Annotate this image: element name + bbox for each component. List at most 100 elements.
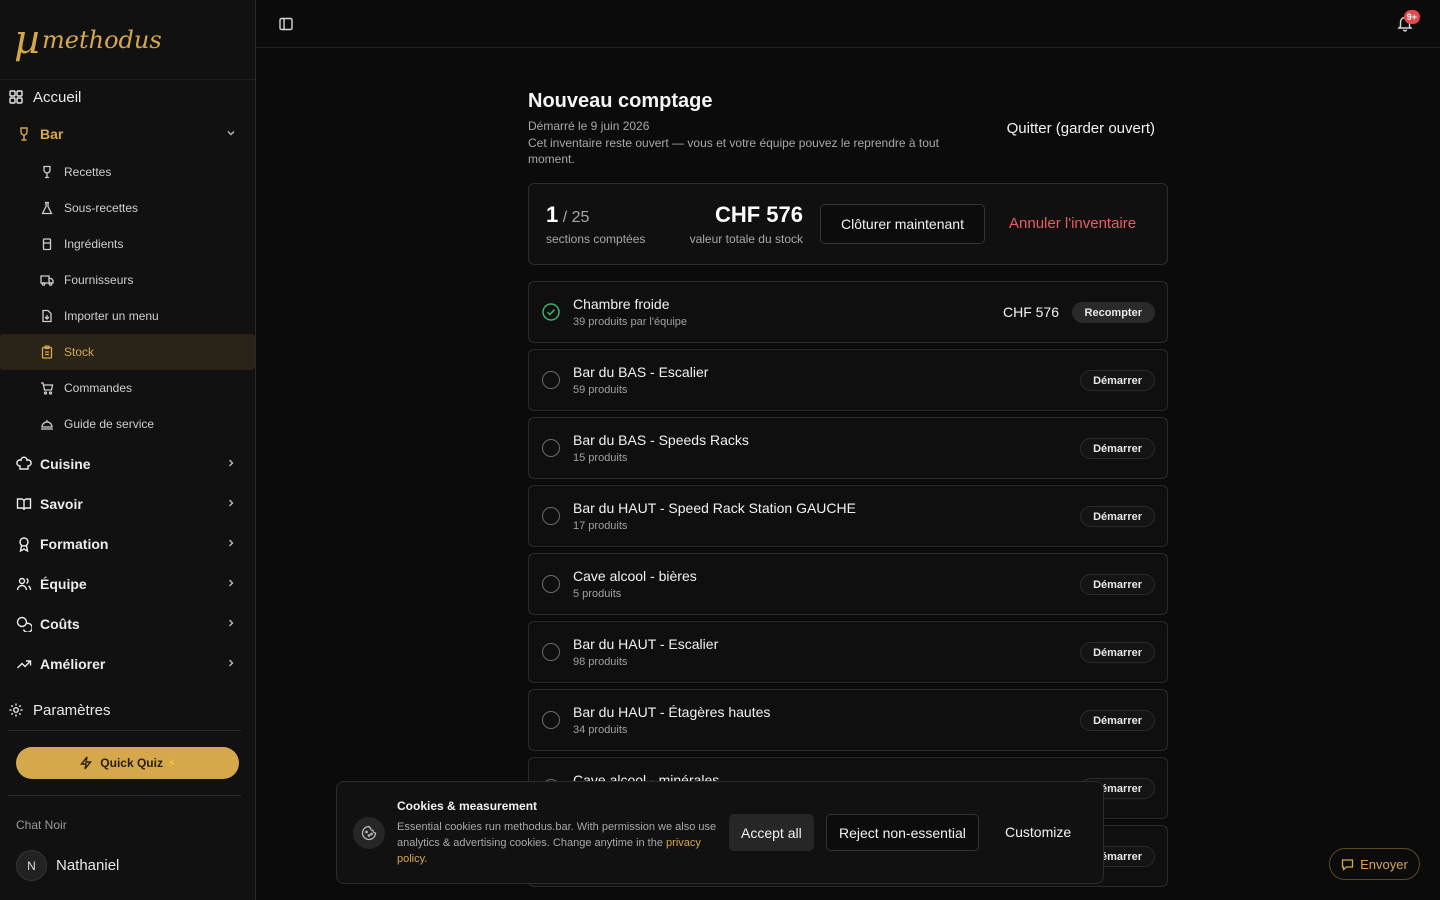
logo-mu: µ — [14, 16, 40, 63]
sidebar-item-recettes[interactable]: Recettes — [0, 154, 255, 190]
user-name: Nathaniel — [56, 857, 120, 874]
nav-group-couts[interactable]: Coûts — [0, 604, 255, 644]
file-import-icon — [42, 309, 52, 323]
recount-button[interactable]: Recompter — [1071, 302, 1155, 323]
sidebar-item-label: Fournisseurs — [64, 273, 134, 287]
send-feedback-button[interactable]: Envoyer — [1329, 848, 1420, 880]
truck-icon — [40, 275, 54, 286]
section-name: Chambre froide — [573, 296, 670, 312]
sidebar-item-importer-menu[interactable]: Importer un menu — [0, 298, 255, 334]
sidebar-item-fournisseurs[interactable]: Fournisseurs — [0, 262, 255, 298]
sidebar-item-label: Importer un menu — [64, 309, 159, 323]
section-name: Bar du HAUT - Speed Rack Station GAUCHE — [573, 500, 856, 516]
count-label: sections comptées — [546, 232, 646, 246]
section-meta: 5 produits — [573, 588, 622, 600]
section-row[interactable]: Bar du BAS - Escalier 59 produits Démarr… — [528, 349, 1168, 411]
sections-counted: 1 / 25 sections comptées — [546, 202, 645, 246]
section-name: Cave alcool - bières — [573, 568, 697, 584]
reject-non-essential-button[interactable]: Reject non-essential — [826, 814, 979, 851]
send-label: Envoyer — [1360, 856, 1408, 872]
section-name: Bar du HAUT - Étagères hautes — [573, 704, 771, 720]
quick-quiz-label: Quick Quiz — [100, 756, 163, 770]
sidebar-item-stock[interactable]: Stock — [0, 334, 255, 370]
start-button[interactable]: Démarrer — [1080, 574, 1155, 595]
nav-group-bar[interactable]: Bar — [0, 114, 255, 154]
pending-circle-icon — [542, 371, 560, 389]
section-meta: 98 produits — [573, 656, 628, 668]
wine-glass-icon — [20, 127, 28, 141]
clipboard-icon — [41, 345, 53, 359]
stock-value: CHF 576 valeur totale du stock — [686, 202, 803, 246]
nav-group-savoir[interactable]: Savoir — [0, 484, 255, 524]
cookie-body: Essential cookies run methodus.bar. With… — [397, 819, 717, 867]
award-icon — [19, 537, 29, 552]
section-meta: 59 produits — [573, 384, 628, 396]
nav-group-label: Cuisine — [40, 456, 91, 472]
nav-group-formation[interactable]: Formation — [0, 524, 255, 564]
sidebar-item-sous-recettes[interactable]: Sous-recettes — [0, 190, 255, 226]
nav-group-equipe[interactable]: Équipe — [0, 564, 255, 604]
start-button[interactable]: Démarrer — [1080, 438, 1155, 459]
section-row[interactable]: Cave alcool - bières 5 produits Démarrer — [528, 553, 1168, 615]
nav-home-label: Accueil — [33, 88, 82, 106]
nav-group-bar-label: Bar — [40, 126, 64, 142]
sidebar-item-label: Stock — [64, 345, 95, 359]
glass-icon — [43, 165, 51, 179]
main-content: Nouveau comptage Démarré le 9 juin 2026 … — [528, 90, 1168, 893]
nav-group-label: Savoir — [40, 496, 83, 512]
cookie-title: Cookies & measurement — [397, 799, 538, 813]
user-menu[interactable]: N Nathaniel — [0, 850, 255, 881]
stock-value-amount: CHF 576 — [714, 202, 803, 227]
sidebar-item-label: Sous-recettes — [64, 201, 139, 215]
pending-circle-icon — [542, 575, 560, 593]
topbar: 9+ — [256, 0, 1440, 48]
section-row[interactable]: Bar du BAS - Speeds Racks 15 produits Dé… — [528, 417, 1168, 479]
chevron-right-icon — [229, 459, 234, 467]
start-button[interactable]: Démarrer — [1080, 642, 1155, 663]
grid-icon — [9, 90, 23, 104]
count-value: 1 — [546, 202, 559, 227]
customize-button[interactable]: Customize — [1005, 824, 1071, 840]
book-open-icon — [16, 498, 32, 511]
start-button[interactable]: Démarrer — [1080, 506, 1155, 527]
chevron-right-icon — [229, 579, 234, 587]
section-row[interactable]: Bar du HAUT - Escalier 98 produits Démar… — [528, 621, 1168, 683]
sidebar-item-commandes[interactable]: Commandes — [0, 370, 255, 406]
message-icon — [1341, 858, 1354, 871]
nav-settings[interactable]: Paramètres — [0, 690, 255, 730]
sidebar-item-guide-service[interactable]: Guide de service — [0, 406, 255, 442]
section-meta: 17 produits — [573, 520, 628, 532]
zap-icon — [80, 756, 93, 770]
section-row[interactable]: Chambre froide 39 produits par l'équipe … — [528, 281, 1168, 343]
section-name: Bar du BAS - Speeds Racks — [573, 432, 749, 448]
sidebar-item-label: Guide de service — [64, 417, 155, 431]
sidebar-toggle-icon[interactable] — [278, 16, 294, 32]
accept-all-button[interactable]: Accept all — [729, 814, 814, 851]
logo-word: methodus — [42, 25, 162, 54]
nav-group-label: Coûts — [40, 616, 80, 632]
quit-keep-open-button[interactable]: Quitter (garder ouvert) — [1007, 120, 1155, 137]
section-row[interactable]: Bar du HAUT - Speed Rack Station GAUCHE … — [528, 485, 1168, 547]
divider — [8, 795, 241, 796]
nav-settings-label: Paramètres — [33, 701, 111, 719]
pending-circle-icon — [542, 711, 560, 729]
quick-quiz-button[interactable]: Quick Quiz ⚡ — [16, 747, 239, 779]
cart-icon — [41, 382, 54, 395]
nav-group-label: Améliorer — [40, 656, 106, 672]
start-button[interactable]: Démarrer — [1080, 370, 1155, 391]
close-now-button[interactable]: Clôturer maintenant — [820, 204, 985, 244]
start-button[interactable]: Démarrer — [1080, 710, 1155, 731]
sidebar-item-ingredients[interactable]: Ingrédients — [0, 226, 255, 262]
cancel-inventory-button[interactable]: Annuler l'inventaire — [1009, 215, 1136, 232]
sidebar: µ methodus Accueil Bar Recettes Sous-rec… — [0, 0, 256, 900]
nav-group-label: Équipe — [40, 576, 87, 592]
coins-icon — [16, 616, 32, 632]
section-value: CHF 576 — [1002, 304, 1059, 320]
nav-group-cuisine[interactable]: Cuisine — [0, 444, 255, 484]
section-row[interactable]: Bar du HAUT - Étagères hautes 34 produit… — [528, 689, 1168, 751]
divider — [8, 730, 241, 731]
nav-home[interactable]: Accueil — [0, 80, 255, 114]
nav-group-ameliorer[interactable]: Améliorer — [0, 644, 255, 684]
avatar: N — [16, 850, 47, 881]
logo[interactable]: µ methodus — [0, 0, 255, 80]
